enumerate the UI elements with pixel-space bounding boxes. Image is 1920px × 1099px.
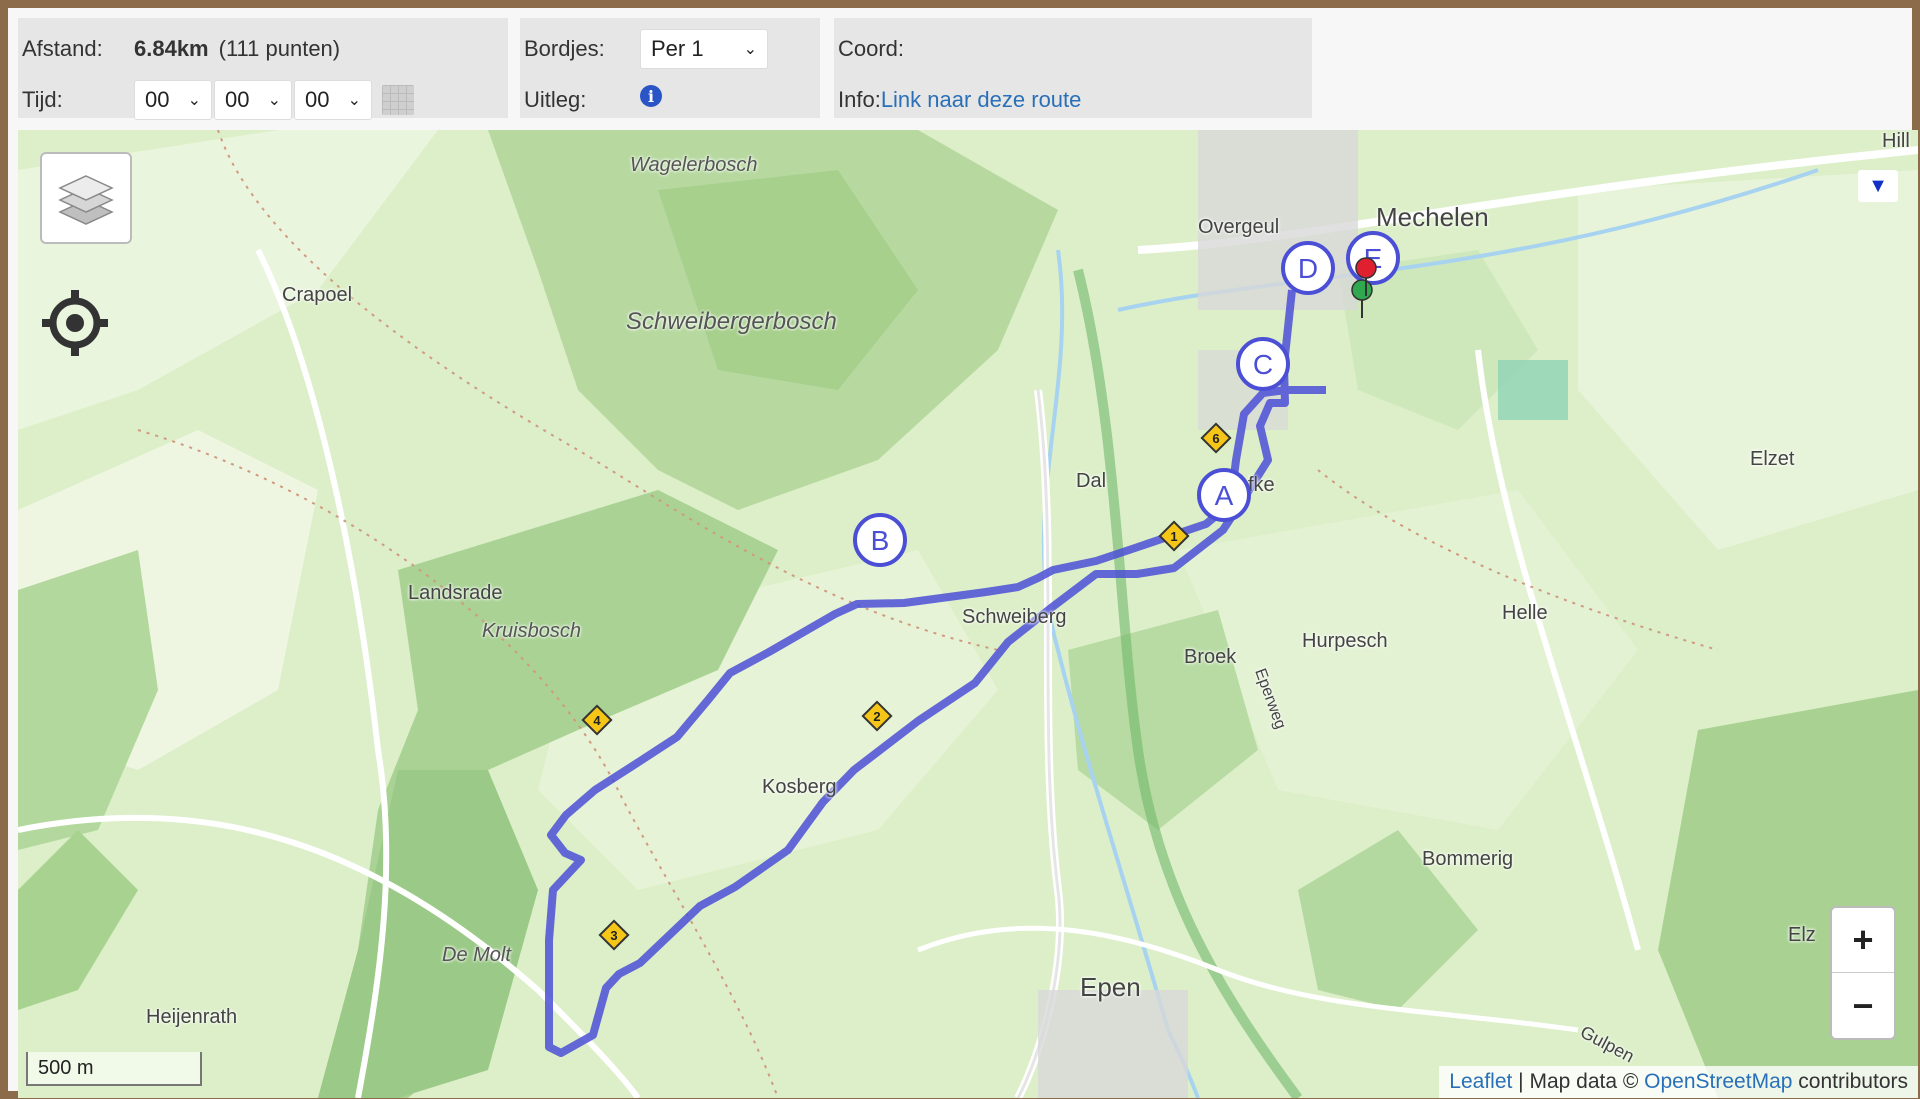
start-pin[interactable] — [1351, 279, 1373, 318]
svg-text:3: 3 — [610, 928, 617, 943]
chevron-down-icon: ⌄ — [743, 41, 757, 58]
time-row: Tijd: 00 ⌄ 00 ⌄ 00 ⌄ — [22, 79, 414, 121]
svg-text:4: 4 — [593, 713, 601, 728]
svg-text:2: 2 — [873, 709, 880, 724]
svg-text:6: 6 — [1212, 431, 1219, 446]
svg-text:B: B — [871, 525, 890, 556]
leaflet-link[interactable]: Leaflet — [1449, 1070, 1512, 1093]
coord-label: Coord: — [838, 36, 905, 61]
route-markers: ABCD E 12346 — [581, 231, 1400, 951]
triangle-down-icon[interactable]: ▼ — [1858, 170, 1898, 202]
svg-text:A: A — [1215, 480, 1234, 511]
distance-row: Afstand: 6.84km (111 punten) — [22, 28, 340, 70]
map-view[interactable]: Mechelen Overgeul Crapoel Wagelerbosch S… — [18, 130, 1918, 1098]
calendar-icon[interactable] — [382, 85, 414, 115]
hours-select[interactable]: 00 ⌄ — [134, 80, 212, 120]
waypoint-a[interactable]: A — [1197, 468, 1251, 522]
coord-row: Coord: — [838, 28, 904, 70]
waypoint-c[interactable]: C — [1236, 337, 1290, 391]
zoom-out-button[interactable]: − — [1832, 973, 1894, 1038]
layers-icon — [58, 175, 114, 225]
route-sign-4: 4 — [581, 704, 613, 736]
svg-text:D: D — [1298, 253, 1318, 284]
route-sign-3: 3 — [598, 919, 630, 951]
svg-text:C: C — [1253, 349, 1273, 380]
app-frame: Afstand: 6.84km (111 punten) Tijd: 00 ⌄ … — [0, 0, 1920, 1099]
zoom-control: + − — [1830, 906, 1896, 1040]
time-label: Tijd: — [22, 87, 63, 112]
signs-label: Bordjes: — [524, 36, 605, 61]
info-row: Info: Link naar deze route — [838, 79, 1081, 121]
waypoint-d[interactable]: D — [1281, 241, 1335, 295]
distance-time-panel: Afstand: 6.84km (111 punten) Tijd: 00 ⌄ … — [18, 18, 508, 121]
waypoint-b[interactable]: B — [853, 513, 907, 567]
distance-points: (111 punten) — [218, 36, 341, 61]
crosshair-icon — [42, 290, 108, 356]
scale-bar: 500 m — [26, 1052, 202, 1086]
signs-value: Per 1 — [651, 36, 704, 61]
route-link[interactable]: Link naar deze route — [881, 87, 1082, 113]
route-sign-2: 2 — [861, 700, 893, 732]
explain-row: Uitleg: i — [524, 79, 662, 121]
attribution-separator: | Map data © — [1512, 1070, 1645, 1093]
distance-value: 6.84km — [134, 36, 209, 61]
layers-button[interactable] — [40, 152, 132, 244]
hours-value: 00 — [145, 87, 170, 112]
minutes-value: 00 — [225, 87, 250, 112]
locate-button[interactable] — [40, 288, 110, 358]
signs-select[interactable]: Per 1 ⌄ — [640, 29, 768, 69]
osm-link[interactable]: OpenStreetMap — [1644, 1070, 1792, 1093]
svg-text:1: 1 — [1170, 529, 1177, 544]
map-attribution: Leaflet | Map data © OpenStreetMap contr… — [1439, 1066, 1918, 1098]
route-sign-6: 6 — [1200, 422, 1232, 454]
toolbar: Afstand: 6.84km (111 punten) Tijd: 00 ⌄ … — [18, 18, 1918, 121]
info-label: Info: — [838, 87, 881, 112]
chevron-down-icon: ⌄ — [187, 92, 201, 109]
minutes-select[interactable]: 00 ⌄ — [214, 80, 292, 120]
signs-panel: Bordjes: Per 1 ⌄ Uitleg: i — [520, 18, 820, 118]
signs-row: Bordjes: Per 1 ⌄ — [524, 28, 768, 70]
explain-label: Uitleg: — [524, 87, 587, 112]
zoom-in-button[interactable]: + — [1832, 908, 1894, 973]
seconds-select[interactable]: 00 ⌄ — [294, 80, 372, 120]
seconds-value: 00 — [305, 87, 330, 112]
attribution-tail: contributors — [1792, 1070, 1908, 1093]
chevron-down-icon: ⌄ — [267, 92, 281, 109]
info-icon[interactable]: i — [640, 85, 662, 107]
coord-info-panel: Coord: Info: Link naar deze route — [834, 18, 1312, 118]
distance-label: Afstand: — [22, 36, 103, 61]
chevron-down-icon: ⌄ — [347, 92, 361, 109]
route-sign-1: 1 — [1158, 520, 1190, 552]
